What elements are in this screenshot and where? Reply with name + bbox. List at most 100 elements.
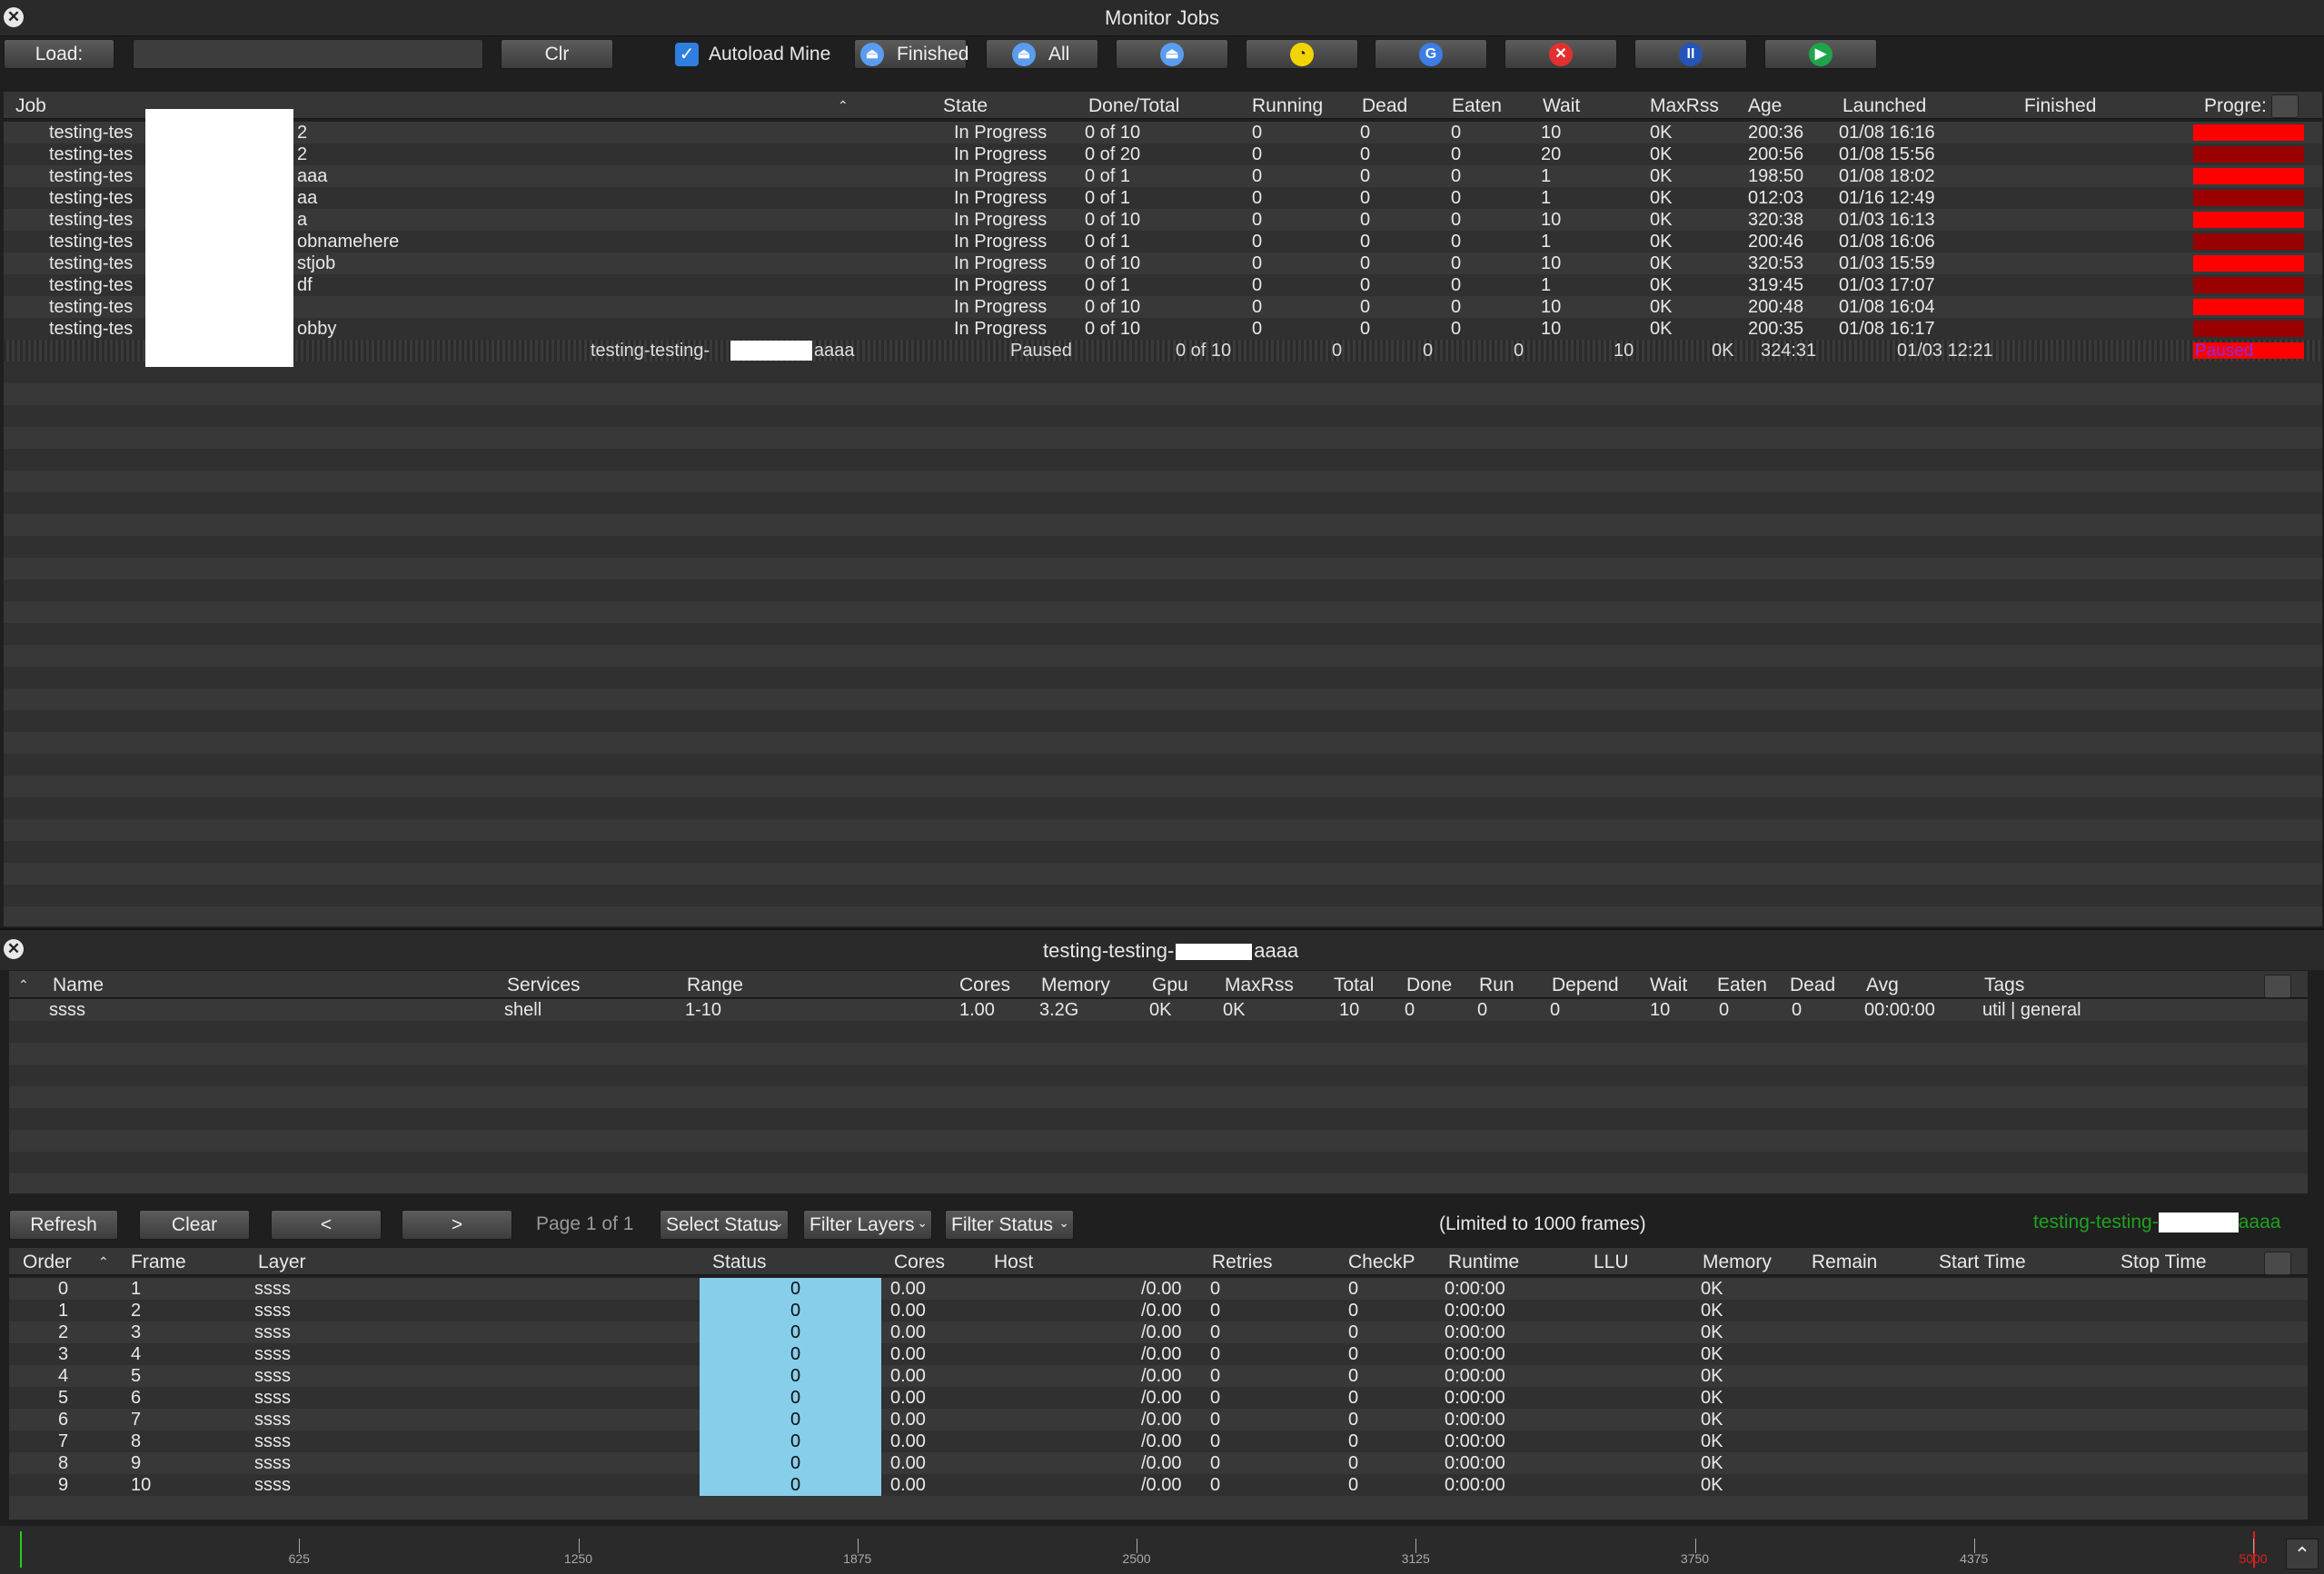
- job-row[interactable]: testing-tes stjob In Progress 0 of 10 0 0 0 10 0…: [4, 252, 2322, 274]
- frame-row[interactable]: 4 5 ssss 0 0.00/0.00 0 0 0:00:00 0K: [9, 1365, 2308, 1387]
- frame-row[interactable]: 5 6 ssss 0 0.00/0.00 0 0 0:00:00 0K: [9, 1387, 2308, 1409]
- next-page-button[interactable]: >: [402, 1210, 512, 1240]
- job-row[interactable]: testing-tes aa In Progress 0 of 1 0 0 0 1 0K 012:…: [4, 187, 2322, 209]
- job-state: In Progress: [954, 319, 1048, 339]
- timeline-bar[interactable]: [0, 1526, 2324, 1574]
- job-launched: 01/08 16:06: [1839, 232, 1935, 252]
- col-done-total[interactable]: Done/Total: [1088, 95, 1179, 117]
- frame-row[interactable]: 2 3 ssss 0 0.00/0.00 0 0 0:00:00 0K: [9, 1322, 2308, 1343]
- col-services[interactable]: Services: [507, 975, 581, 996]
- job-row[interactable]: testing-tes df In Progress 0 of 1 0 0 0 1 0K 319:…: [4, 274, 2322, 296]
- col-run[interactable]: Run: [1479, 975, 1515, 996]
- frame-row[interactable]: 1 2 ssss 0 0.00/0.00 0 0 0:00:00 0K: [9, 1300, 2308, 1322]
- col-stop-time[interactable]: Stop Time: [2120, 1252, 2207, 1273]
- col-llu[interactable]: LLU: [1594, 1252, 1629, 1273]
- col-dead[interactable]: Dead: [1790, 975, 1835, 996]
- col-cores[interactable]: Cores: [894, 1252, 945, 1273]
- col-tags[interactable]: Tags: [1984, 975, 2024, 996]
- layer-row[interactable]: ssss shell 1-10 1.00 3.2G 0K 0K 10 0 0 0 10 0 0 00:00:…: [9, 999, 2308, 1021]
- clr-button[interactable]: Clr: [501, 39, 613, 69]
- col-progress[interactable]: Progre:: [2204, 95, 2267, 117]
- col-done[interactable]: Done: [1406, 975, 1452, 996]
- col-maxrss[interactable]: MaxRss: [1225, 975, 1294, 996]
- filter-status-dropdown[interactable]: Filter Status ⌄: [945, 1210, 1074, 1240]
- col-start-time[interactable]: Start Time: [1939, 1252, 2026, 1273]
- sort-asc-icon[interactable]: ⌃: [98, 1254, 109, 1270]
- col-job[interactable]: Job: [15, 95, 46, 117]
- unmonitor-button[interactable]: ⏏: [1116, 39, 1228, 69]
- col-cores[interactable]: Cores: [959, 975, 1010, 996]
- col-eaten[interactable]: Eaten: [1717, 975, 1767, 996]
- col-frame[interactable]: Frame: [131, 1252, 186, 1273]
- frame-row[interactable]: 3 4 ssss 0 0.00/0.00 0 0 0:00:00 0K: [9, 1343, 2308, 1365]
- load-button[interactable]: Load:: [4, 39, 114, 69]
- clear-button[interactable]: Clear: [139, 1210, 250, 1240]
- col-state[interactable]: State: [943, 95, 988, 117]
- frame-row[interactable]: 9 10 ssss 0 0.00/0.00 0 0 0:00:00 0K: [9, 1474, 2308, 1496]
- column-chooser-icon[interactable]: [2264, 975, 2291, 998]
- col-layer[interactable]: Layer: [258, 1252, 306, 1273]
- job-row[interactable]: testing-tes aaa In Progress 0 of 1 0 0 0 1 0K 198…: [4, 165, 2322, 187]
- layer-eaten: 0: [1719, 1000, 1730, 1020]
- column-chooser-icon[interactable]: [2264, 1252, 2291, 1275]
- load-input[interactable]: [133, 39, 483, 69]
- frame-status: 0: [790, 1431, 801, 1451]
- col-dead[interactable]: Dead: [1362, 95, 1407, 117]
- col-name[interactable]: Name: [53, 975, 104, 996]
- eat-dead-button[interactable]: ◔: [1246, 39, 1358, 69]
- autoload-checkbox[interactable]: ✓: [675, 43, 699, 66]
- resume-button[interactable]: ▶: [1764, 39, 1877, 69]
- col-running[interactable]: Running: [1252, 95, 1323, 117]
- job-row[interactable]: testing-tes 2 In Progress 0 of 10 0 0 0 10 0K 200…: [4, 122, 2322, 144]
- col-remain[interactable]: Remain: [1812, 1252, 1877, 1273]
- job-row[interactable]: testing-tes obby In Progress 0 of 10 0 0 0 10 0K…: [4, 318, 2322, 340]
- col-host[interactable]: Host: [994, 1252, 1033, 1273]
- job-row-paused[interactable]: testing-testing-aaaa Paused 0 of 10 0 0 0 10 0K…: [4, 340, 2322, 361]
- prev-page-button[interactable]: <: [271, 1210, 382, 1240]
- col-finished[interactable]: Finished: [2024, 95, 2096, 117]
- refresh-button[interactable]: Refresh: [9, 1210, 118, 1240]
- col-age[interactable]: Age: [1748, 95, 1782, 117]
- retry-button[interactable]: G: [1375, 39, 1487, 69]
- expand-up-icon[interactable]: ⌃: [2286, 1539, 2319, 1569]
- filter-layers-dropdown[interactable]: Filter Layers ⌄: [803, 1210, 932, 1240]
- frame-row[interactable]: 7 8 ssss 0 0.00/0.00 0 0 0:00:00 0K: [9, 1430, 2308, 1452]
- col-wait[interactable]: Wait: [1650, 975, 1687, 996]
- col-runtime[interactable]: Runtime: [1448, 1252, 1519, 1273]
- col-retries[interactable]: Retries: [1212, 1252, 1273, 1273]
- sort-asc-icon[interactable]: ⌃: [838, 98, 849, 114]
- col-wait[interactable]: Wait: [1543, 95, 1580, 117]
- job-row[interactable]: testing-tes a In Progress 0 of 10 0 0 0 10 0K 320…: [4, 209, 2322, 231]
- col-memory[interactable]: Memory: [1041, 975, 1110, 996]
- job-row[interactable]: testing-tes 2 In Progress 0 of 20 0 0 0 20 0K 200…: [4, 144, 2322, 165]
- col-memory[interactable]: Memory: [1703, 1252, 1772, 1273]
- col-eaten[interactable]: Eaten: [1452, 95, 1502, 117]
- col-status[interactable]: Status: [712, 1252, 767, 1273]
- col-range[interactable]: Range: [687, 975, 743, 996]
- column-chooser-icon[interactable]: [2271, 94, 2299, 118]
- job-done-total: 0 of 10: [1176, 341, 1232, 361]
- col-order[interactable]: Order: [23, 1252, 72, 1273]
- frame-retries: 0: [1210, 1453, 1221, 1473]
- select-status-dropdown[interactable]: Select Status ⌄: [660, 1210, 789, 1240]
- frame-row[interactable]: 8 9 ssss 0 0.00/0.00 0 0 0:00:00 0K: [9, 1452, 2308, 1474]
- col-total[interactable]: Total: [1334, 975, 1374, 996]
- frame-row[interactable]: 6 7 ssss 0 0.00/0.00 0 0 0:00:00 0K: [9, 1409, 2308, 1430]
- col-checkp[interactable]: CheckP: [1348, 1252, 1415, 1273]
- col-maxrss[interactable]: MaxRss: [1650, 95, 1719, 117]
- job-row[interactable]: testing-tes obnamehere In Progress 0 of 1 0 0…: [4, 231, 2322, 252]
- all-button[interactable]: All: [986, 39, 1098, 69]
- frame-row[interactable]: 0 1 ssss 0 0.00/0.00 0 0 0:00:00 0K: [9, 1278, 2308, 1300]
- col-launched[interactable]: Launched: [1842, 95, 1926, 117]
- frame-number: 6: [131, 1388, 142, 1408]
- close-icon[interactable]: ✕: [4, 7, 24, 27]
- col-depend[interactable]: Depend: [1552, 975, 1619, 996]
- sort-asc-icon[interactable]: ⌃: [18, 977, 29, 993]
- close-layers-icon[interactable]: ✕: [4, 939, 24, 959]
- pause-button[interactable]: II: [1634, 39, 1747, 69]
- job-row[interactable]: testing-tes In Progress 0 of 10 0 0 0 10 0K 200:…: [4, 296, 2322, 318]
- timeline-start-marker[interactable]: [20, 1531, 22, 1568]
- col-avg[interactable]: Avg: [1866, 975, 1899, 996]
- col-gpu[interactable]: Gpu: [1152, 975, 1188, 996]
- kill-button[interactable]: ✕: [1505, 39, 1617, 69]
